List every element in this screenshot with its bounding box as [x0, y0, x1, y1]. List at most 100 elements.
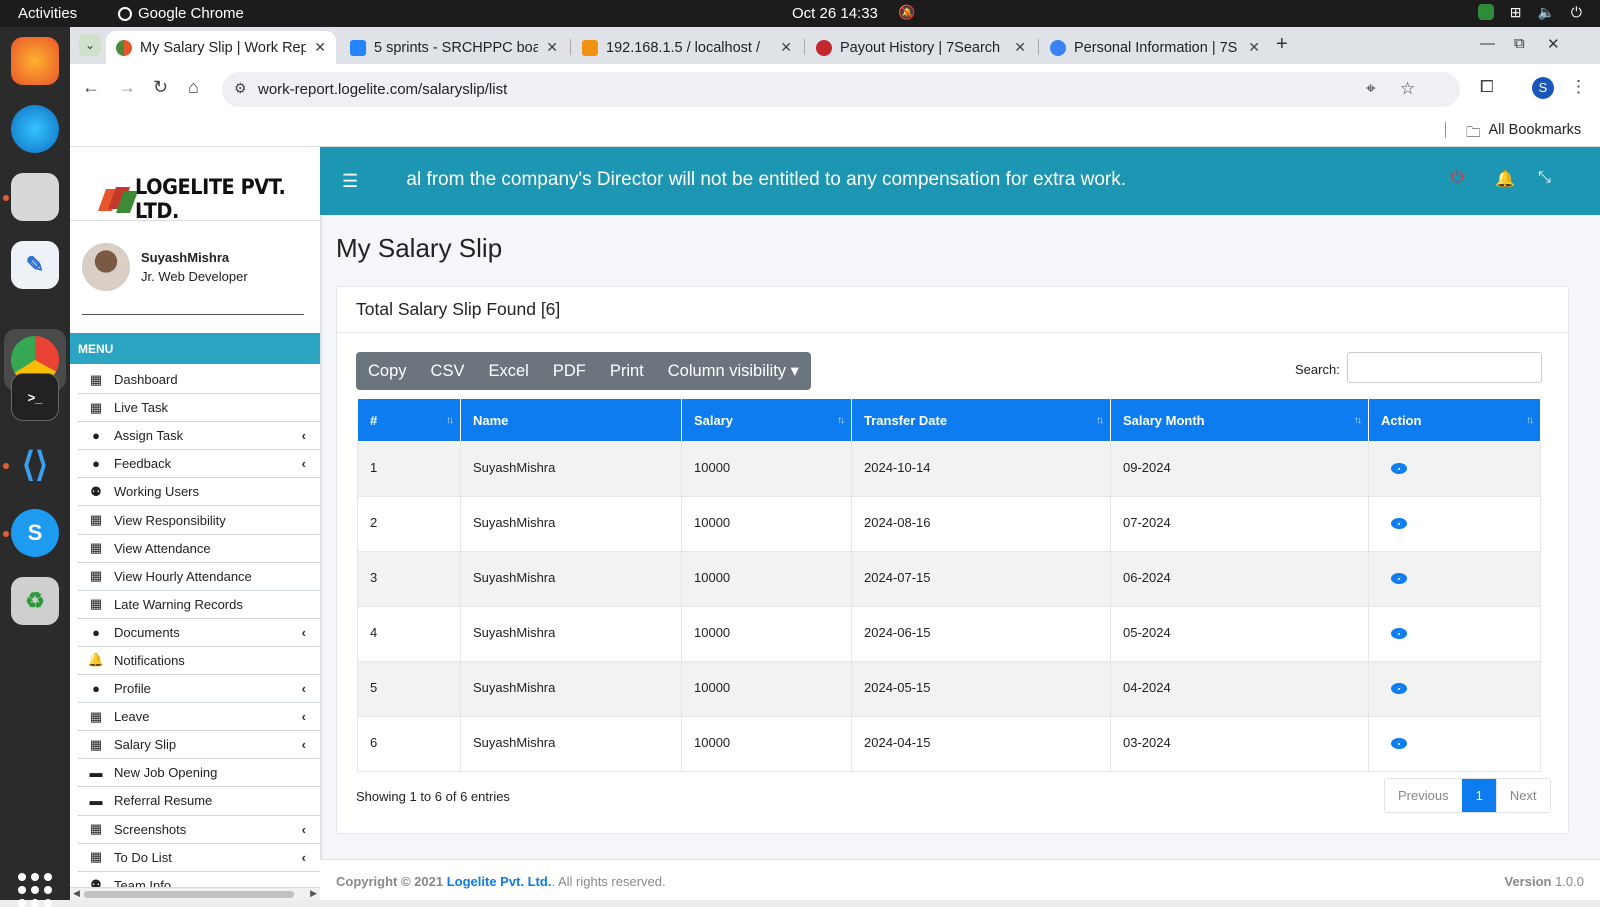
next-page-button[interactable]: Next — [1495, 779, 1550, 812]
active-app-menu[interactable]: Google Chrome — [118, 5, 244, 22]
close-tab-icon[interactable]: ✕ — [1248, 39, 1260, 56]
excel-button[interactable]: Excel — [476, 352, 540, 390]
tab-phpmyadmin[interactable]: 192.168.1.5 / localhost / ✕ — [572, 31, 802, 64]
company-logo[interactable]: LOGELITE PVT. LTD. — [97, 175, 320, 223]
tab-salary-slip[interactable]: My Salary Slip | Work Rep ✕ — [106, 31, 336, 64]
column-visibility-button[interactable]: Column visibility ▾ — [656, 352, 811, 390]
home-icon[interactable]: ⌂ — [188, 77, 199, 98]
url-text[interactable]: work-report.logelite.com/salaryslip/list — [258, 81, 507, 98]
sidebar-horizontal-scrollbar[interactable]: ◀ ▶ — [70, 887, 320, 900]
sidebar-item-assign-task[interactable]: ● Assign Task ‹ — [78, 422, 320, 451]
divider — [70, 220, 320, 221]
site-info-icon[interactable]: ⚙ — [234, 80, 247, 97]
search-input[interactable] — [1347, 352, 1542, 383]
view-eye-icon[interactable] — [1391, 518, 1407, 529]
all-bookmarks-button[interactable]: 🗀 All Bookmarks — [1466, 122, 1581, 147]
location-icon[interactable]: ⌖ — [1366, 79, 1376, 99]
sidebar-item-documents[interactable]: ● Documents ‹ — [78, 619, 320, 647]
address-bar[interactable]: ⚙ work-report.logelite.com/salaryslip/li… — [222, 72, 1460, 107]
tab-search-button[interactable]: ⌄ — [79, 34, 101, 56]
phpmyadmin-favicon — [582, 39, 598, 56]
sidebar-item-leave[interactable]: ▦ Leave ‹ — [78, 703, 320, 732]
tab-personal-information[interactable]: Personal Information | 7S ✕ — [1040, 31, 1270, 64]
profile-avatar[interactable]: S — [1532, 77, 1554, 99]
previous-page-button[interactable]: Previous — [1385, 779, 1462, 812]
column-header-salary-month[interactable]: Salary Month ↑↓ — [1110, 398, 1369, 442]
trash-icon[interactable]: ♻ — [11, 577, 59, 625]
hamburger-menu-icon[interactable]: ☰ — [342, 171, 358, 192]
sidebar-item-screenshots[interactable]: ▦ Screenshots ‹ — [78, 816, 320, 844]
sidebar-item-live-task[interactable]: ▦ Live Task — [78, 394, 320, 423]
tab-sprints[interactable]: 5 sprints - SRCHPPC boa ✕ — [340, 31, 568, 64]
show-apps-icon[interactable] — [18, 873, 52, 907]
bell-icon[interactable]: 🔔 — [1495, 169, 1515, 189]
scroll-right-icon[interactable]: ▶ — [310, 888, 317, 899]
close-tab-icon[interactable]: ✕ — [780, 39, 792, 56]
page-1-button[interactable]: 1 — [1461, 779, 1496, 812]
sidebar-item-feedback[interactable]: ● Feedback ‹ — [78, 450, 320, 479]
restore-icon[interactable]: ⧉ — [1514, 35, 1525, 52]
sidebar-item-late-warning-records[interactable]: ▦ Late Warning Records — [78, 591, 320, 619]
close-tab-icon[interactable]: ✕ — [546, 39, 558, 56]
print-button[interactable]: Print — [598, 352, 656, 390]
reload-icon[interactable]: ↻ — [153, 77, 168, 98]
view-eye-icon[interactable] — [1391, 683, 1407, 694]
new-tab-button[interactable]: + — [1276, 33, 1288, 56]
sidebar-item-salary-slip[interactable]: ▦ Salary Slip ‹ — [78, 731, 320, 760]
clock[interactable]: Oct 26 14:33 — [792, 5, 878, 22]
column-header-name[interactable]: Name — [460, 398, 682, 442]
table-cell: 06-2024 — [1110, 551, 1369, 607]
user-panel[interactable]: SuyashMishra Jr. Web Developer — [82, 243, 248, 291]
column-header-number[interactable]: # ↑↓ — [357, 398, 461, 442]
logout-power-icon[interactable]: ⏻ — [1451, 169, 1464, 187]
column-header-transfer-date[interactable]: Transfer Date ↑↓ — [851, 398, 1111, 442]
sidebar-item-view-attendance[interactable]: ▦ View Attendance — [78, 535, 320, 563]
extensions-icon[interactable]: ⧠ — [1480, 77, 1494, 97]
close-window-icon[interactable]: ✕ — [1547, 35, 1560, 53]
view-eye-icon[interactable] — [1391, 573, 1407, 584]
sidebar-item-view-responsibility[interactable]: ▦ View Responsibility — [78, 506, 320, 535]
sidebar-item-new-job-opening[interactable]: ▬ New Job Opening — [78, 759, 320, 788]
running-indicator — [3, 195, 9, 201]
scroll-left-icon[interactable]: ◀ — [73, 888, 80, 899]
back-icon[interactable]: ← — [82, 77, 100, 98]
pdf-button[interactable]: PDF — [541, 352, 598, 390]
firefox-icon[interactable] — [11, 37, 59, 85]
activities-button[interactable]: Activities — [18, 5, 77, 22]
sidebar-item-notifications[interactable]: 🔔 Notifications — [78, 647, 320, 676]
forward-icon[interactable]: → — [118, 77, 136, 98]
view-eye-icon[interactable] — [1391, 463, 1407, 474]
tab-payout-history[interactable]: Payout History | 7Search ✕ — [806, 31, 1036, 64]
update-icon[interactable] — [1477, 4, 1494, 20]
menu-kebab-icon[interactable]: ⋮ — [1570, 77, 1587, 97]
sidebar-item-dashboard[interactable]: ▦ Dashboard — [78, 366, 320, 395]
files-icon[interactable] — [11, 173, 59, 221]
company-link[interactable]: Logelite Pvt. Ltd. — [447, 874, 552, 889]
column-header-salary[interactable]: Salary ↑↓ — [681, 398, 852, 442]
text-editor-icon[interactable]: ✎ — [11, 241, 59, 289]
terminal-icon[interactable]: >_ — [11, 373, 59, 421]
chevron-left-icon: ‹ — [301, 681, 306, 697]
edge-icon[interactable] — [11, 105, 59, 153]
vscode-icon[interactable]: ⟨⟩ — [11, 441, 59, 489]
copy-button[interactable]: Copy — [356, 352, 419, 390]
minimize-icon[interactable]: — — [1480, 35, 1495, 52]
csv-button[interactable]: CSV — [419, 352, 477, 390]
close-tab-icon[interactable]: ✕ — [1014, 39, 1026, 56]
column-header-action[interactable]: Action ↑↓ — [1368, 398, 1541, 442]
sidebar-item-view-hourly-attendance[interactable]: ▦ View Hourly Attendance — [78, 563, 320, 591]
fullscreen-icon[interactable]: ⤡ — [1538, 169, 1551, 187]
sidebar-item-referral-resume[interactable]: ▬ Referral Resume — [78, 787, 320, 816]
system-tray[interactable]: ⊞ 🔈 ⏻ — [1477, 4, 1582, 21]
bookmark-star-icon[interactable]: ☆ — [1400, 79, 1415, 99]
sidebar-item-working-users[interactable]: ⚉ Working Users — [78, 478, 320, 507]
sidebar-item-label: Referral Resume — [114, 793, 213, 809]
scrollbar-thumb[interactable] — [84, 891, 294, 898]
view-eye-icon[interactable] — [1391, 738, 1407, 749]
sidebar-item-to-do-list[interactable]: ▦ To Do List ‹ — [78, 844, 320, 872]
view-eye-icon[interactable] — [1391, 628, 1407, 639]
close-tab-icon[interactable]: ✕ — [314, 39, 326, 56]
skype-icon[interactable]: S — [11, 509, 59, 557]
pagination: Previous 1 Next — [1384, 778, 1551, 813]
sidebar-item-profile[interactable]: ● Profile ‹ — [78, 675, 320, 704]
